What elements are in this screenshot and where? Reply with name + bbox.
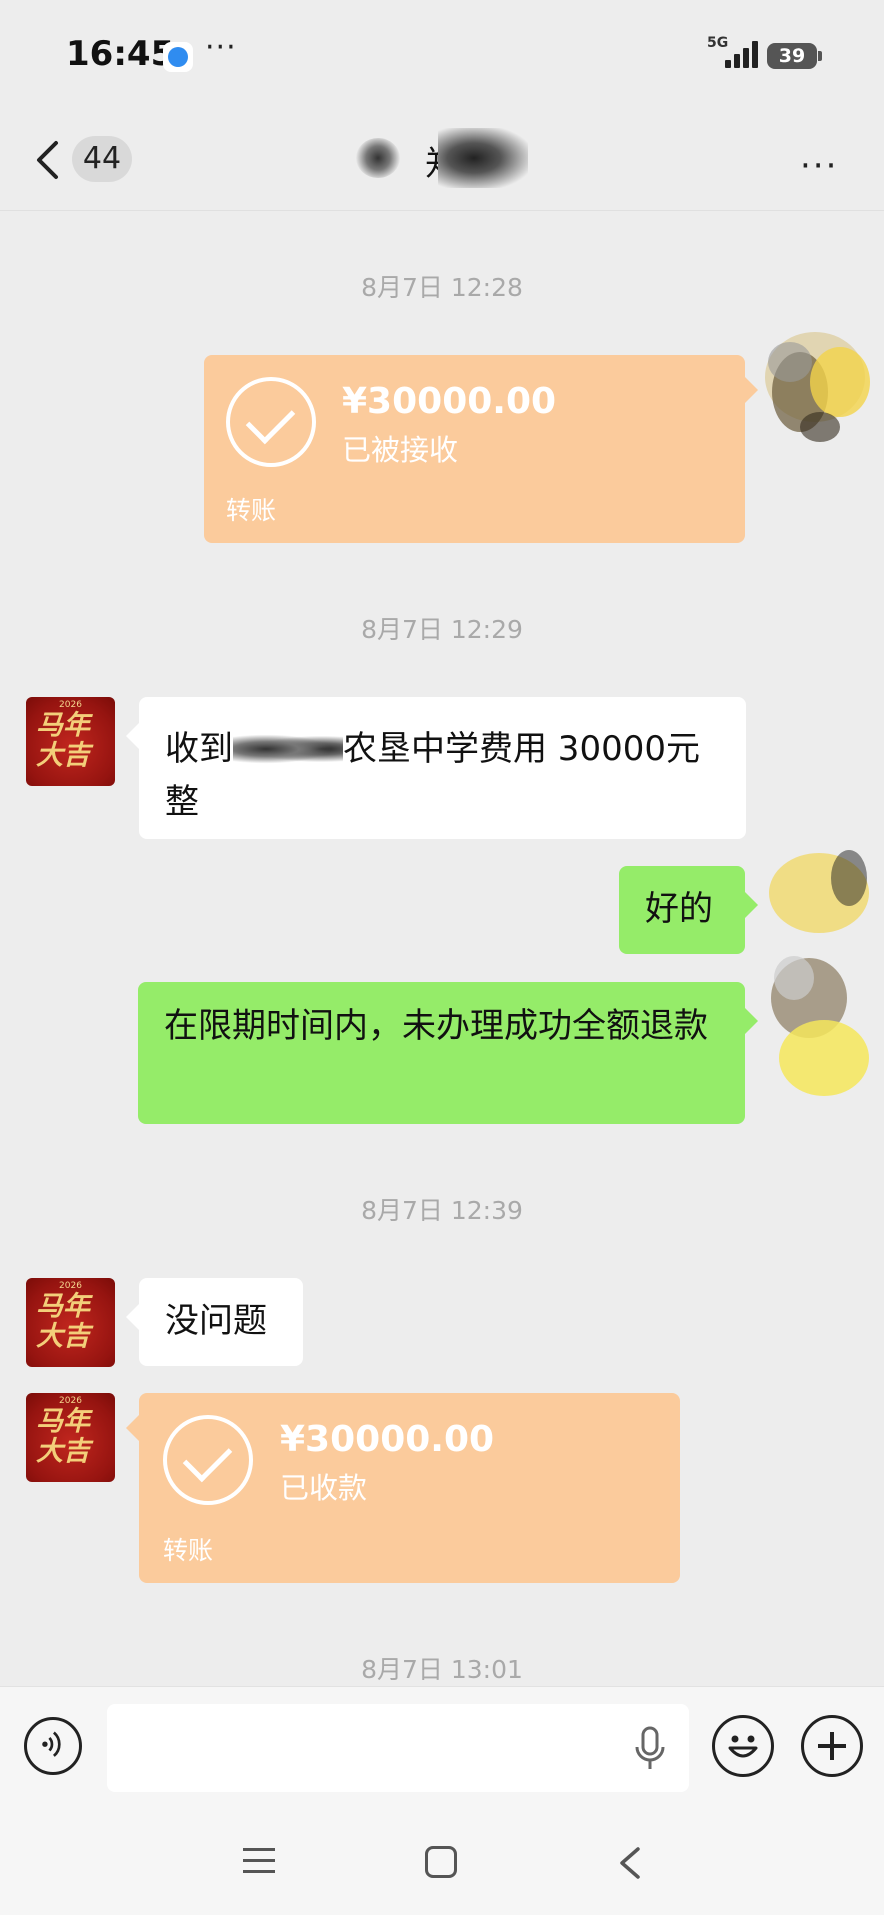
timestamp: 8月7日 12:29 [361, 615, 523, 644]
timestamp: 8月7日 12:39 [361, 1196, 523, 1225]
message-input[interactable] [107, 1704, 689, 1792]
mic-icon[interactable] [632, 1725, 668, 1773]
transfer-card-sent[interactable]: ¥30000.00 已被接收 转账 [204, 355, 758, 543]
avatar-glyph: 马年 大吉 [36, 1291, 90, 1352]
nav-home-icon[interactable] [425, 1846, 457, 1878]
bubble-tail [745, 377, 758, 403]
message-text: 在限期时间内，未办理成功全额退款 [164, 1006, 708, 1046]
bubble-tail [126, 1415, 139, 1441]
check-circle-icon [163, 1415, 253, 1505]
transfer-status: 已收款 [280, 1471, 368, 1505]
avatar-year: 2026 [59, 700, 82, 710]
transfer-label: 转账 [163, 1536, 214, 1565]
avatar-glyph: 马年 大吉 [36, 710, 90, 771]
message-bubble-incoming[interactable]: 没问题 [126, 1278, 303, 1366]
contact-avatar[interactable]: 2026 马年 大吉 [26, 1278, 115, 1367]
message-text: 好的 [645, 889, 713, 929]
battery-icon: 39 [767, 43, 822, 69]
avatar-glyph: 马年 大吉 [36, 1406, 90, 1467]
voice-icon[interactable] [24, 1717, 82, 1775]
message-bubble-outgoing[interactable]: 好的 [619, 866, 758, 954]
system-nav-bar [0, 1806, 884, 1915]
contact-avatar[interactable]: 2026 马年 大吉 [26, 1393, 115, 1482]
status-more-icon: ··· [205, 30, 237, 65]
chat-header: 44 郑 ··· [0, 110, 884, 211]
avatar-year: 2026 [59, 1396, 82, 1406]
name-redaction [233, 732, 343, 766]
bubble-tail [126, 1304, 139, 1330]
title-redaction [438, 128, 528, 188]
transfer-amount: ¥30000.00 [342, 381, 557, 422]
self-avatar[interactable] [760, 322, 870, 462]
nav-menu-icon[interactable] [243, 1848, 275, 1874]
more-icon[interactable]: ··· [800, 146, 838, 186]
message-bubble-outgoing[interactable]: 在限期时间内，未办理成功全额退款 [138, 982, 758, 1124]
timestamp: 8月7日 13:01 [361, 1655, 523, 1684]
self-avatar[interactable] [764, 848, 874, 1118]
bubble-tail [126, 723, 139, 749]
transfer-label: 转账 [226, 496, 277, 525]
plus-icon[interactable] [801, 1715, 863, 1777]
status-bar: 16:45 ··· 5G 39 [0, 0, 884, 110]
bubble-tail [745, 1008, 758, 1034]
contact-avatar[interactable]: 2026 马年 大吉 [26, 697, 115, 786]
timestamp: 8月7日 12:28 [361, 273, 523, 302]
message-text: 收到 [165, 729, 233, 769]
message-bubble-incoming[interactable]: 收到 农垦中学费用 30000元整 [126, 697, 746, 839]
transfer-amount: ¥30000.00 [280, 1419, 495, 1460]
input-bar [0, 1686, 884, 1807]
bubble-tail [745, 892, 758, 918]
transfer-status: 已被接收 [342, 433, 459, 467]
avatar-year: 2026 [59, 1281, 82, 1291]
nav-back-icon[interactable] [614, 1846, 644, 1880]
check-circle-icon [226, 377, 316, 467]
transfer-card-received[interactable]: ¥30000.00 已收款 转账 [126, 1393, 680, 1583]
message-text: 没问题 [165, 1301, 267, 1341]
emoji-icon[interactable] [712, 1715, 774, 1777]
app-notification-icon [163, 42, 193, 72]
signal-icon [725, 40, 759, 68]
status-time: 16:45 [66, 34, 175, 74]
